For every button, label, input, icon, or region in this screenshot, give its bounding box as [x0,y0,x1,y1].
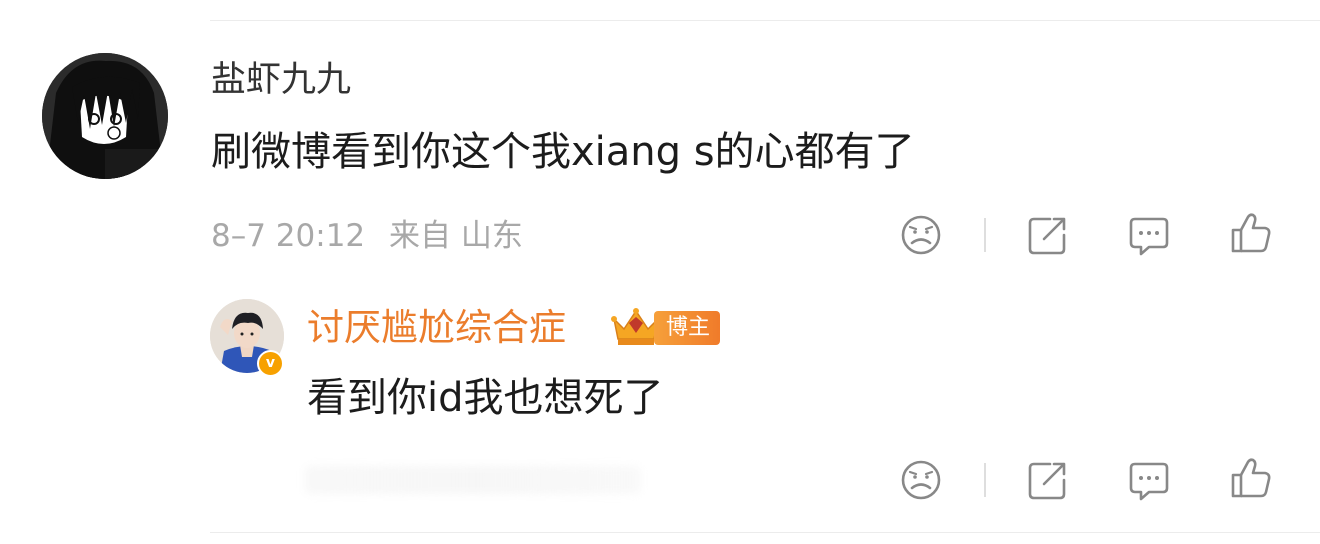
blogger-badge: 博主 [654,311,721,345]
sad-face-icon[interactable] [899,213,943,257]
sad-face-icon[interactable] [899,458,943,502]
action-separator [984,218,986,252]
comment-meta: 8–7 20:12 来自 山东 [211,214,523,258]
avatar[interactable] [42,53,168,179]
share-icon[interactable] [1026,213,1070,257]
comment-timestamp: 8–7 20:12 [211,218,366,254]
comment-location: 来自 山东 [389,218,523,254]
comment-icon[interactable] [1127,458,1171,502]
comment-username[interactable]: 盐虾九九 [211,56,351,104]
top-divider [210,20,1320,21]
reply-text: 看到你id我也想死了 [307,375,664,421]
verified-badge: v [257,350,284,377]
reply-username[interactable]: 讨厌尴尬综合症 [307,302,566,354]
comment-text: 刷微博看到你这个我xiang s的心都有了 [211,129,915,175]
action-separator [984,463,986,497]
bottom-divider [210,532,1320,533]
like-icon[interactable] [1229,456,1273,500]
comment-icon[interactable] [1127,213,1171,257]
like-icon[interactable] [1229,211,1273,255]
share-icon[interactable] [1026,458,1070,502]
reply-meta-redacted [305,466,641,494]
